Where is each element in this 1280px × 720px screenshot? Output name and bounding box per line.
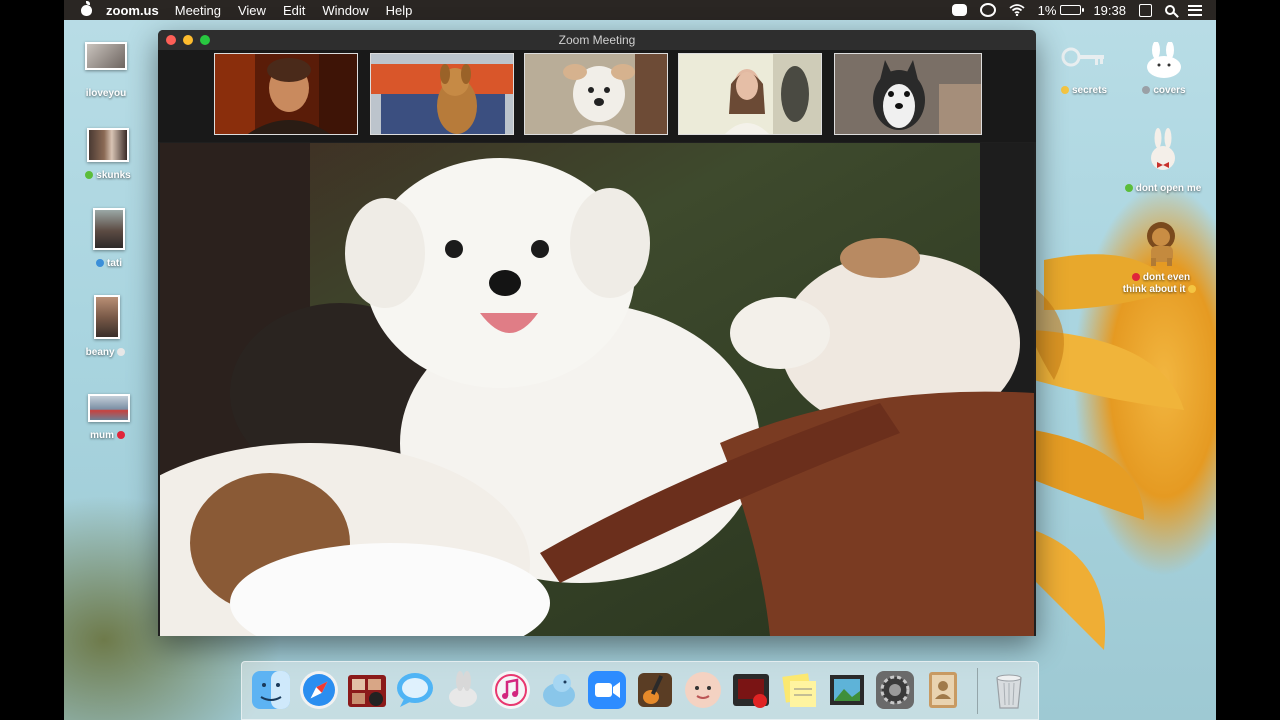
green-heart-icon	[85, 171, 94, 179]
participant-tile-woman[interactable]	[678, 53, 822, 135]
desktop-item-label: mum	[82, 430, 136, 441]
image-thumbnail	[94, 295, 120, 339]
trash-icon[interactable]	[988, 669, 1030, 711]
desktop-item-skunks[interactable]: skunks	[80, 128, 136, 181]
clock[interactable]: 19:38	[1093, 3, 1126, 18]
wifi-icon[interactable]	[1009, 4, 1025, 16]
apple-icon[interactable]	[78, 0, 96, 20]
seal-app-icon[interactable]	[538, 669, 580, 711]
participant-gallery	[158, 50, 1036, 142]
menu-edit[interactable]: Edit	[283, 3, 305, 18]
image-thumbnail	[88, 394, 130, 422]
menu-window[interactable]: Window	[322, 3, 368, 18]
dock	[241, 661, 1039, 720]
red-tag-icon	[1131, 273, 1140, 281]
menu-view[interactable]: View	[238, 3, 266, 18]
battery-percentage[interactable]: 1%	[1038, 3, 1057, 18]
desktop-item-beany[interactable]: beany	[82, 295, 132, 358]
window-title: Zoom Meeting	[558, 33, 636, 47]
zoom-meeting-window: Zoom Meeting	[158, 30, 1036, 636]
desktop-item-label: tati	[84, 258, 134, 269]
desktop-item-label: iloveyou	[85, 88, 127, 99]
notification-center-icon[interactable]	[1188, 4, 1202, 16]
image-thumbnail	[85, 42, 127, 70]
contacts-icon[interactable]	[922, 669, 964, 711]
photo-booth-icon[interactable]	[346, 669, 388, 711]
desktop-item-iloveyou[interactable]: iloveyou	[80, 42, 132, 99]
photo-app-icon[interactable]	[730, 669, 772, 711]
stickies-icon[interactable]	[778, 669, 820, 711]
skull-icon	[117, 348, 126, 356]
safari-icon[interactable]	[298, 669, 340, 711]
active-speaker-video[interactable]	[160, 143, 1034, 636]
desktop-item-covers[interactable]: covers	[1132, 41, 1196, 96]
desktop-item-label: covers	[1132, 85, 1196, 96]
green-tag-icon	[1124, 184, 1133, 192]
lion-icon	[1147, 222, 1175, 266]
dock-separator	[977, 668, 978, 714]
grey-tag-icon	[1142, 86, 1151, 94]
itunes-icon[interactable]	[490, 669, 532, 711]
image-thumbnail	[87, 128, 129, 162]
menu-help[interactable]: Help	[386, 3, 413, 18]
zoom-icon[interactable]	[586, 669, 628, 711]
system-preferences-icon[interactable]	[874, 669, 916, 711]
desktop-item-label: secrets	[1054, 85, 1114, 96]
inkscape-icon[interactable]	[442, 669, 484, 711]
participant-tile-man[interactable]	[214, 53, 358, 135]
calendar-icon[interactable]	[1139, 3, 1152, 17]
desktop-item-label: dont even think about it	[1116, 272, 1206, 296]
garageband-icon[interactable]	[634, 669, 676, 711]
participant-tile-brown-dog[interactable]	[370, 53, 514, 135]
desktop-item-dont-open-me[interactable]: dont open me	[1118, 128, 1208, 194]
zoom-status-icon[interactable]	[951, 4, 967, 16]
participant-tile-husky[interactable]	[834, 53, 982, 135]
creative-cloud-icon[interactable]	[979, 3, 996, 17]
image-thumbnail	[93, 208, 125, 250]
desktop-item-dont-even-think-about-it[interactable]: dont even think about it	[1116, 218, 1206, 296]
messages-icon[interactable]	[394, 669, 436, 711]
wave-icon	[96, 259, 104, 267]
menu-meeting[interactable]: Meeting	[175, 3, 221, 18]
desktop-item-label: dont open me	[1118, 183, 1208, 194]
menu-bar: zoom.us Meeting View Edit Window Help 1%…	[64, 0, 1216, 20]
finder-icon[interactable]	[250, 669, 292, 711]
desktop-item-secrets[interactable]: secrets	[1054, 44, 1114, 96]
spotlight-search-icon[interactable]	[1165, 5, 1175, 15]
desktop-item-tati[interactable]: tati	[84, 208, 134, 269]
participant-tile-white-dog[interactable]	[524, 53, 668, 135]
desktop-item-mum[interactable]: mum	[82, 394, 136, 441]
key-icon	[1061, 47, 1104, 67]
desktop-item-label: beany	[82, 347, 132, 358]
desktop: zoom.us Meeting View Edit Window Help 1%…	[64, 0, 1216, 720]
battery-icon[interactable]	[1060, 5, 1085, 15]
menu-app-name[interactable]: zoom.us	[106, 3, 159, 18]
shushing-face-icon	[1188, 285, 1197, 293]
preview-icon[interactable]	[826, 669, 868, 711]
red-heart-icon	[116, 431, 125, 439]
face-app-icon[interactable]	[682, 669, 724, 711]
bunny-icon	[1147, 41, 1181, 78]
desktop-item-label: skunks	[80, 170, 136, 181]
bunny-bowtie-icon	[1151, 128, 1175, 170]
worried-face-icon	[1060, 86, 1069, 94]
window-titlebar[interactable]: Zoom Meeting	[158, 30, 1036, 50]
